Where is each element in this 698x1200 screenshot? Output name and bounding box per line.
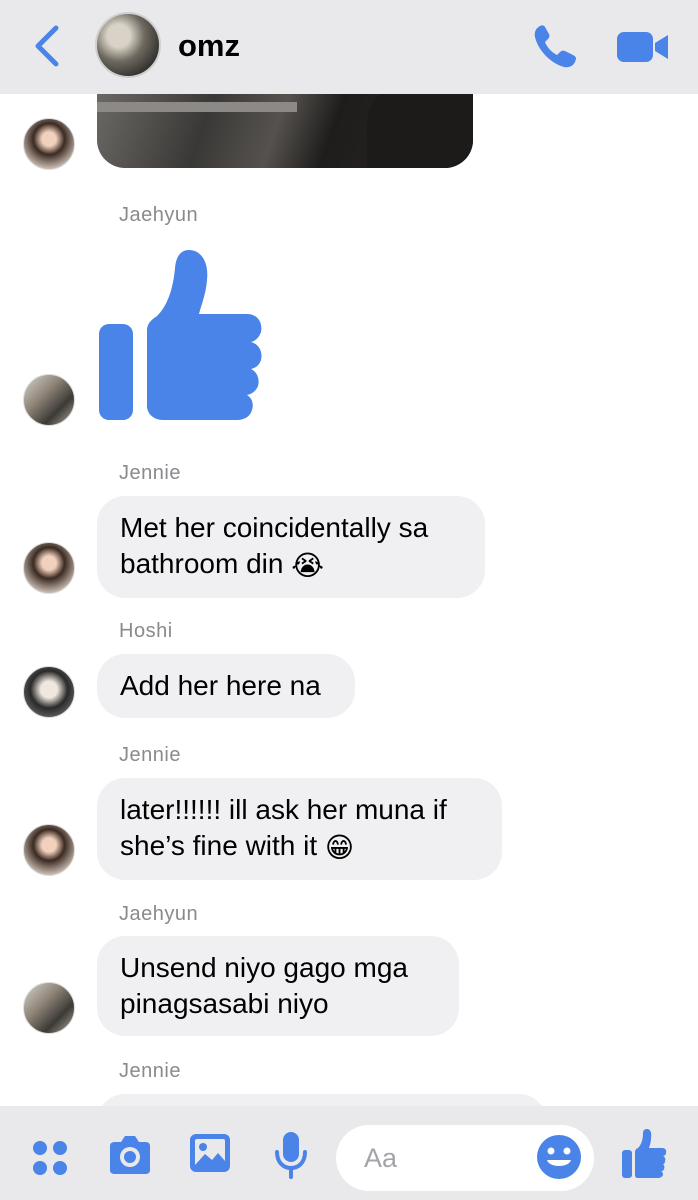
sender-name: Jennie bbox=[119, 1060, 181, 1082]
emoji-icon[interactable] bbox=[536, 1134, 582, 1180]
sender-name: Hoshi bbox=[119, 620, 173, 642]
message-bubble[interactable]: Unsend niyo gago mga pinagsasabi niyo bbox=[97, 936, 459, 1036]
video-camera-icon[interactable] bbox=[615, 28, 671, 66]
apps-icon[interactable] bbox=[30, 1138, 70, 1178]
camera-icon[interactable] bbox=[106, 1134, 154, 1176]
gallery-icon[interactable] bbox=[188, 1132, 232, 1174]
group-avatar[interactable] bbox=[95, 12, 161, 78]
sender-name: Jaehyun bbox=[119, 903, 199, 925]
conversation-header: omz bbox=[0, 0, 698, 94]
grinning-emoji: 😁 bbox=[324, 831, 355, 863]
crying-emoji: 😭 bbox=[291, 549, 324, 581]
avatar-jennie[interactable] bbox=[23, 824, 75, 876]
back-icon[interactable] bbox=[30, 22, 64, 70]
avatar-jennie[interactable] bbox=[23, 118, 75, 170]
message-input-wrapper bbox=[336, 1125, 594, 1191]
avatar-jennie[interactable] bbox=[23, 542, 75, 594]
large-like-icon[interactable] bbox=[97, 244, 269, 426]
message-bubble[interactable]: Add her here na bbox=[97, 654, 355, 718]
microphone-icon[interactable] bbox=[274, 1130, 308, 1180]
message-input[interactable] bbox=[362, 1139, 546, 1177]
like-icon[interactable] bbox=[620, 1128, 668, 1180]
phone-icon[interactable] bbox=[530, 22, 580, 72]
photo-message[interactable] bbox=[97, 94, 473, 168]
sender-name: Jennie bbox=[119, 462, 181, 484]
message-bubble[interactable]: Met her coincidentally sa bathroom din 😭 bbox=[97, 496, 485, 598]
avatar-jaehyun[interactable] bbox=[23, 982, 75, 1034]
composer-bar bbox=[0, 1106, 698, 1200]
avatar-hoshi[interactable] bbox=[23, 666, 75, 718]
message-list[interactable]: Jaehyun Jennie Met her coincidentally sa… bbox=[0, 94, 698, 1106]
avatar-jaehyun[interactable] bbox=[23, 374, 75, 426]
sender-name: Jennie bbox=[119, 744, 181, 766]
message-bubble[interactable] bbox=[97, 1094, 547, 1106]
sender-name: Jaehyun bbox=[119, 204, 199, 226]
message-bubble[interactable]: later!!!!!! ill ask her muna if she’s fi… bbox=[97, 778, 502, 880]
conversation-title[interactable]: omz bbox=[178, 28, 240, 64]
